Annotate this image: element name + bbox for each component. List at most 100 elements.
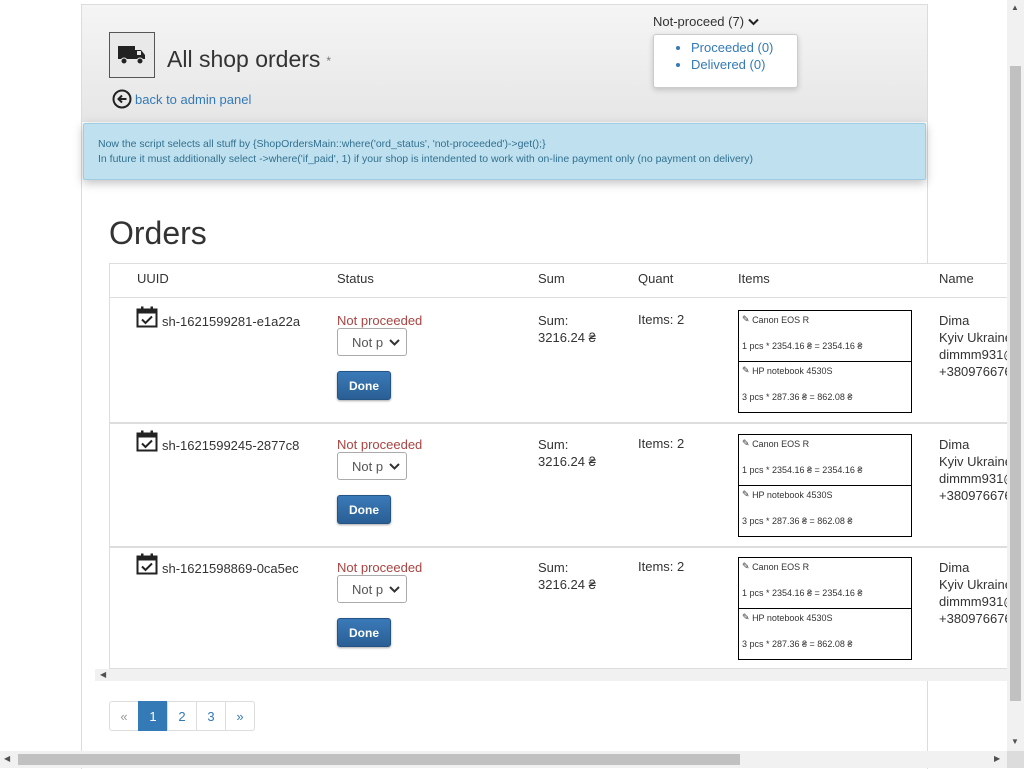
item-name: HP notebook 4530S xyxy=(752,489,833,500)
calendar-check-icon xyxy=(136,553,158,575)
pagination-prev[interactable]: « xyxy=(109,701,139,731)
customer-email: dimmm931@ xyxy=(939,347,1008,362)
horizontal-scrollbar[interactable]: ◀ ▶ xyxy=(0,751,1007,768)
orders-panel: All shop orders * back to admin panel Not… xyxy=(81,4,1008,769)
order-quantity: Items: 2 xyxy=(638,312,685,327)
item-name: HP notebook 4530S xyxy=(752,365,833,376)
customer-info: Dima Kyiv Ukraine dimmm931@ +380976676 xyxy=(939,436,1008,504)
truck-icon xyxy=(109,32,155,78)
uuid-cell: sh-1621599245-2877c8 xyxy=(136,430,299,453)
paperclip-icon: ✎ xyxy=(742,561,750,571)
customer-email: dimmm931@ xyxy=(939,471,1008,486)
done-button[interactable]: Done xyxy=(337,495,391,524)
item-name: Canon EOS R xyxy=(752,314,810,325)
column-header-uuid: UUID xyxy=(137,271,169,286)
panel-header: All shop orders * back to admin panel Not… xyxy=(82,5,927,122)
paperclip-icon: ✎ xyxy=(742,612,750,622)
customer-name: Dima xyxy=(939,560,970,575)
order-sum: Sum: 3216.24 ₴ xyxy=(538,312,596,346)
pagination-page-3[interactable]: 3 xyxy=(196,701,226,731)
status-select[interactable]: Not p xyxy=(337,328,407,356)
pagination-next[interactable]: » xyxy=(225,701,255,731)
sum-label: Sum: xyxy=(538,313,569,328)
order-status: Not proceeded xyxy=(337,560,423,575)
order-uuid: sh-1621598869-0ca5ec xyxy=(162,561,299,576)
customer-phone: +380976676 xyxy=(939,488,1008,503)
status-option-proceeded[interactable]: Proceeded (0) xyxy=(691,39,797,56)
paperclip-icon: ✎ xyxy=(742,314,750,324)
customer-info: Dima Kyiv Ukraine dimmm931@ +380976676 xyxy=(939,312,1008,380)
scroll-left-arrow-icon[interactable]: ◀ xyxy=(100,670,106,679)
table-horizontal-scrollbar[interactable]: ◀ xyxy=(95,669,1007,681)
order-sum: Sum: 3216.24 ₴ xyxy=(538,436,596,470)
scroll-right-arrow-icon[interactable]: ▶ xyxy=(994,754,1000,763)
back-link-label: back to admin panel xyxy=(135,91,252,107)
chevron-down-icon xyxy=(389,586,400,593)
customer-name: Dima xyxy=(939,313,970,328)
page-title-text: All shop orders xyxy=(167,46,321,72)
vertical-scroll-thumb[interactable] xyxy=(1010,66,1021,701)
customer-email: dimmm931@ xyxy=(939,594,1008,609)
sum-value: 3216.24 ₴ xyxy=(538,454,596,469)
horizontal-scroll-thumb[interactable] xyxy=(18,754,740,765)
status-option-delivered[interactable]: Delivered (0) xyxy=(691,56,797,73)
scroll-up-arrow-icon[interactable]: ▲ xyxy=(1011,3,1019,12)
order-sum: Sum: 3216.24 ₴ xyxy=(538,559,596,593)
item-calc: 1 pcs * 2354.16 ₴ = 2354.16 ₴ xyxy=(742,341,863,351)
table-row: sh-1621599245-2877c8 Not proceeded Not p… xyxy=(110,422,1008,546)
uuid-cell: sh-1621598869-0ca5ec xyxy=(136,553,299,576)
item-calc: 1 pcs * 2354.16 ₴ = 2354.16 ₴ xyxy=(742,588,863,598)
status-filter-toggle[interactable]: Not-proceed (7) xyxy=(653,14,759,29)
order-item: ✎ Canon EOS R 1 pcs * 2354.16 ₴ = 2354.1… xyxy=(738,310,912,362)
page-title: All shop orders * xyxy=(167,46,331,73)
uuid-cell: sh-1621599281-e1a22a xyxy=(136,306,300,329)
column-header-sum: Sum xyxy=(538,271,565,286)
calendar-check-icon xyxy=(136,306,158,328)
done-button[interactable]: Done xyxy=(337,371,391,400)
item-calc: 3 pcs * 287.36 ₴ = 862.08 ₴ xyxy=(742,516,853,526)
item-name: Canon EOS R xyxy=(752,438,810,449)
vertical-scrollbar[interactable]: ▲ ▼ xyxy=(1007,0,1024,751)
pagination-page-2[interactable]: 2 xyxy=(167,701,197,731)
order-quantity: Items: 2 xyxy=(638,436,685,451)
pagination-page-1[interactable]: 1 xyxy=(138,701,168,731)
paperclip-icon: ✎ xyxy=(742,438,750,448)
order-item: ✎ HP notebook 4530S 3 pcs * 287.36 ₴ = 8… xyxy=(738,361,912,413)
customer-phone: +380976676 xyxy=(939,364,1008,379)
item-name: HP notebook 4530S xyxy=(752,612,833,623)
pagination: « 1 2 3 » xyxy=(109,701,255,731)
table-row: sh-1621598869-0ca5ec Not proceeded Not p… xyxy=(110,545,1008,667)
order-status: Not proceeded xyxy=(337,313,423,328)
paperclip-icon: ✎ xyxy=(742,365,750,375)
scrollbar-corner xyxy=(1007,751,1024,768)
back-to-admin-link[interactable]: back to admin panel xyxy=(112,89,251,109)
customer-phone: +380976676 xyxy=(939,611,1008,626)
status-filter-menu: Proceeded (0) Delivered (0) xyxy=(653,34,798,88)
info-alert: Now the script selects all stuff by {Sho… xyxy=(83,123,926,180)
column-header-items: Items xyxy=(738,271,770,286)
status-select-value: Not p xyxy=(352,458,384,474)
column-header-quant: Quant xyxy=(638,271,674,286)
orders-heading: Orders xyxy=(109,215,207,251)
customer-address: Kyiv Ukraine xyxy=(939,577,1008,592)
sum-value: 3216.24 ₴ xyxy=(538,330,596,345)
chevron-down-icon xyxy=(747,18,759,26)
scroll-down-arrow-icon[interactable]: ▼ xyxy=(1011,737,1019,746)
order-uuid: sh-1621599281-e1a22a xyxy=(162,314,301,329)
status-select[interactable]: Not p xyxy=(337,452,407,480)
sum-value: 3216.24 ₴ xyxy=(538,577,596,592)
scroll-left-arrow-icon[interactable]: ◀ xyxy=(4,754,10,763)
order-uuid: sh-1621599245-2877c8 xyxy=(162,438,300,453)
calendar-check-icon xyxy=(136,430,158,452)
sum-label: Sum: xyxy=(538,437,569,452)
customer-address: Kyiv Ukraine xyxy=(939,330,1008,345)
order-quantity: Items: 2 xyxy=(638,559,685,574)
status-select-value: Not p xyxy=(352,334,384,350)
customer-address: Kyiv Ukraine xyxy=(939,454,1008,469)
customer-info: Dima Kyiv Ukraine dimmm931@ +380976676 xyxy=(939,559,1008,627)
alert-line-2: In future it must additionally select ->… xyxy=(98,153,754,165)
alert-line-1: Now the script selects all stuff by {Sho… xyxy=(98,138,546,150)
item-calc: 3 pcs * 287.36 ₴ = 862.08 ₴ xyxy=(742,392,853,402)
done-button[interactable]: Done xyxy=(337,618,391,647)
status-select[interactable]: Not p xyxy=(337,575,407,603)
